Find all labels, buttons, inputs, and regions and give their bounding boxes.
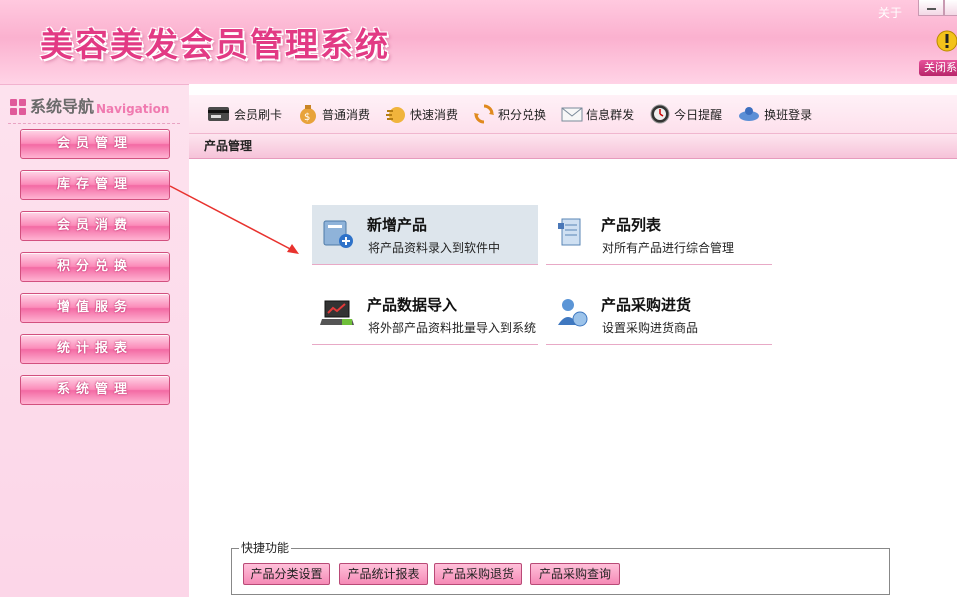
- toolbar-points-exchange[interactable]: 积分兑换: [473, 103, 546, 125]
- app-header: 美容美发会员管理系统 关于 关闭系: [0, 0, 957, 84]
- nav-header: 系统导航 Navigation: [10, 95, 185, 117]
- nav-divider: [8, 123, 180, 124]
- add-product-icon: [323, 220, 353, 248]
- quick-stats-report-button[interactable]: 产品统计报表: [339, 563, 428, 585]
- quick-purchase-query-button[interactable]: 产品采购查询: [530, 563, 620, 585]
- toolbar-shift-login[interactable]: 换班登录: [737, 104, 812, 124]
- nav-item-member[interactable]: 会员管理: [20, 129, 170, 159]
- nav-title-en: Navigation: [96, 102, 170, 116]
- mail-icon: [561, 107, 583, 122]
- purchase-user-icon: [558, 299, 588, 327]
- feature-title: 产品列表: [601, 216, 662, 234]
- warning-icon: [936, 30, 957, 52]
- svg-text:$: $: [304, 112, 310, 123]
- nav-item-consumption[interactable]: 会员消费: [20, 211, 170, 241]
- close-system-button[interactable]: 关闭系: [919, 60, 957, 76]
- nav-item-reports[interactable]: 统计报表: [20, 334, 170, 364]
- nav-item-points[interactable]: 积分兑换: [20, 252, 170, 282]
- feature-add-product[interactable]: 新增产品 将产品资料录入到软件中: [312, 205, 538, 265]
- toolbar-label: 会员刷卡: [234, 107, 283, 122]
- feature-desc: 设置采购进货商品: [602, 321, 699, 335]
- feature-product-list[interactable]: 产品列表 对所有产品进行综合管理: [546, 205, 772, 265]
- feature-title: 产品数据导入: [367, 296, 458, 314]
- toolbar-label: 积分兑换: [498, 107, 547, 122]
- maximize-button[interactable]: [944, 0, 957, 16]
- minimize-icon: [927, 8, 936, 10]
- quick-category-setting-button[interactable]: 产品分类设置: [243, 563, 330, 585]
- toolbar: 会员刷卡 $ 普通消费 快速消费 积分兑换 信息群发 今日提醒 换班登录: [189, 95, 957, 133]
- card-reader-icon: [208, 107, 229, 121]
- money-bag-icon: $: [300, 105, 317, 124]
- toolbar-label: 换班登录: [764, 107, 813, 122]
- main-content: 新增产品 将产品资料录入到软件中 产品列表 对所有产品进行综合管理 产品数据导入…: [189, 160, 957, 597]
- nav-item-value-added[interactable]: 增值服务: [20, 293, 170, 323]
- feature-desc: 将外部产品资料批量导入到系统: [368, 321, 537, 335]
- grid-icon: [10, 99, 26, 115]
- clock-icon: [650, 104, 670, 124]
- feature-title: 产品采购进货: [601, 296, 692, 314]
- quick-functions-legend: 快捷功能: [239, 541, 292, 555]
- product-list-icon: [558, 218, 581, 246]
- quick-purchase-return-button[interactable]: 产品采购退货: [434, 563, 522, 585]
- toolbar-label: 快速消费: [410, 107, 459, 122]
- exchange-icon: [474, 104, 495, 124]
- toolbar-label: 普通消费: [322, 107, 371, 122]
- sidebar-nav: 系统导航 Navigation 会员管理 库存管理 会员消费 积分兑换 增值服务…: [0, 84, 189, 597]
- section-title: 产品管理: [189, 133, 957, 159]
- feature-import-data[interactable]: 产品数据导入 将外部产品资料批量导入到系统: [312, 285, 538, 345]
- toolbar-mass-message[interactable]: 信息群发: [561, 104, 634, 124]
- feature-desc: 对所有产品进行综合管理: [602, 241, 735, 255]
- about-link[interactable]: 关于: [878, 4, 902, 21]
- nav-item-inventory[interactable]: 库存管理: [20, 170, 170, 200]
- fast-money-icon: [386, 107, 406, 123]
- toolbar-normal-consumption[interactable]: $ 普通消费: [297, 103, 370, 125]
- nav-title: 系统导航: [30, 97, 95, 116]
- nav-item-system[interactable]: 系统管理: [20, 375, 170, 405]
- switch-user-icon: [739, 107, 760, 121]
- feature-purchase[interactable]: 产品采购进货 设置采购进货商品: [546, 285, 772, 345]
- minimize-button[interactable]: [918, 0, 944, 16]
- toolbar-label: 今日提醒: [674, 107, 723, 122]
- toolbar-fast-consumption[interactable]: 快速消费: [385, 103, 458, 125]
- feature-desc: 将产品资料录入到软件中: [368, 241, 501, 255]
- toolbar-label: 信息群发: [586, 107, 635, 122]
- import-laptop-icon: [320, 300, 354, 325]
- quick-functions-group: 快捷功能 产品分类设置 产品统计报表 产品采购退货 产品采购查询: [231, 541, 890, 595]
- feature-title: 新增产品: [367, 216, 428, 234]
- toolbar-today-reminder[interactable]: 今日提醒: [649, 103, 722, 125]
- app-title: 美容美发会员管理系统: [40, 25, 390, 64]
- toolbar-card-swipe[interactable]: 会员刷卡: [207, 104, 282, 124]
